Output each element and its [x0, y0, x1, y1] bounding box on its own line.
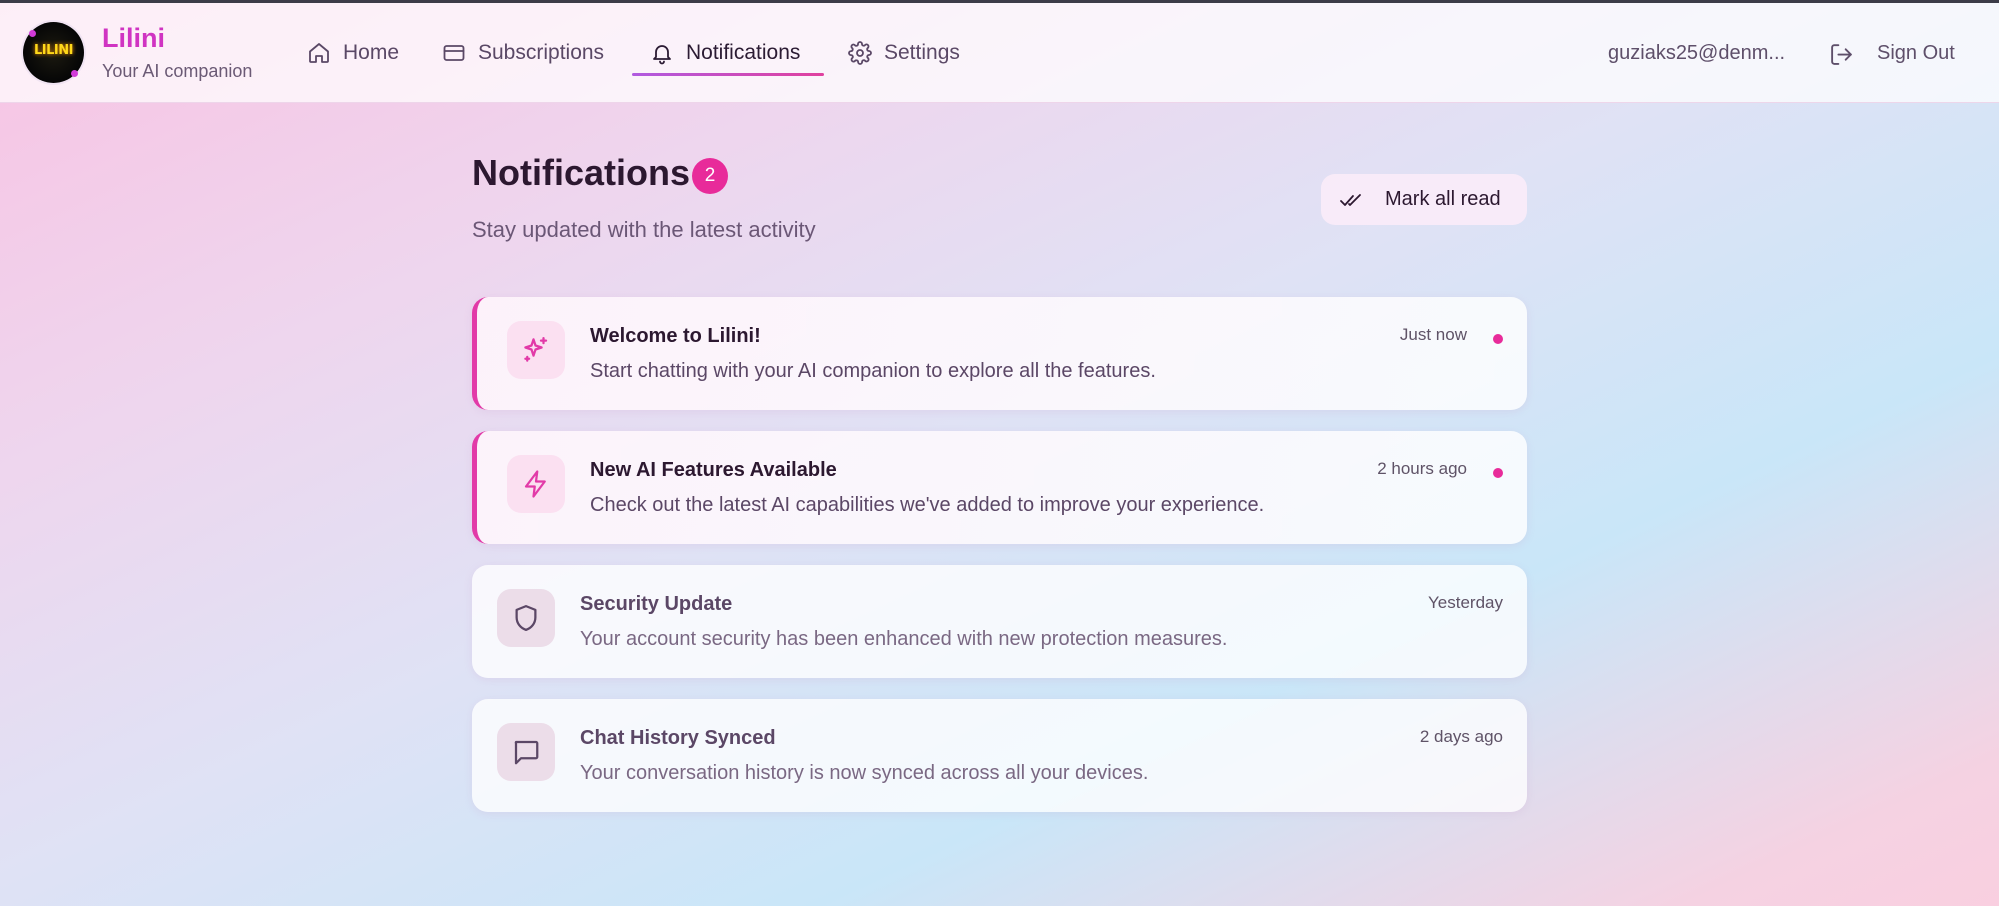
- top-navbar: LILINI Lilini Your AI companion Home Sub…: [0, 3, 1999, 103]
- notification-title: Welcome to Lilini!: [590, 325, 761, 347]
- sign-out-icon[interactable]: [1829, 42, 1854, 67]
- notification-title: Security Update: [580, 593, 733, 615]
- logo-lettering: LILINI: [34, 43, 73, 58]
- unread-count-badge: 2: [692, 158, 728, 194]
- lightning-icon: [524, 470, 546, 498]
- mark-all-read-button[interactable]: Mark all read: [1321, 174, 1527, 225]
- brand-logo[interactable]: LILINI: [23, 22, 84, 83]
- credit-card-icon: [443, 45, 465, 61]
- notification-message: Check out the latest AI capabilities we'…: [590, 494, 1265, 516]
- notification-message: Your conversation history is now synced …: [580, 762, 1149, 784]
- notification-card[interactable]: New AI Features Available Check out the …: [472, 431, 1527, 544]
- notification-card[interactable]: Security Update Your account security ha…: [472, 565, 1527, 678]
- shield-icon: [515, 605, 537, 631]
- brand-name[interactable]: Lilini: [102, 23, 165, 54]
- gear-icon: [848, 41, 872, 65]
- nav-home[interactable]: Home: [307, 33, 399, 73]
- notification-card[interactable]: Chat History Synced Your conversation hi…: [472, 699, 1527, 812]
- sign-out-button[interactable]: Sign Out: [1877, 42, 1955, 65]
- unread-dot: [1493, 334, 1503, 344]
- nav-settings[interactable]: Settings: [848, 33, 960, 73]
- nav-subscriptions[interactable]: Subscriptions: [442, 33, 604, 73]
- notification-time: Just now: [1399, 325, 1467, 344]
- notification-message: Your account security has been enhanced …: [580, 628, 1228, 650]
- logo-sparkle: [71, 70, 78, 77]
- page-title: Notifications: [472, 152, 691, 193]
- notification-time: Yesterday: [1428, 593, 1503, 612]
- notification-time: 2 days ago: [1419, 727, 1503, 746]
- nav-notifications[interactable]: Notifications: [650, 33, 800, 73]
- nav-settings-label: Settings: [884, 41, 960, 64]
- bell-icon: [653, 45, 671, 65]
- notification-card[interactable]: Welcome to Lilini! Start chatting with y…: [472, 297, 1527, 410]
- page-subtitle: Stay updated with the latest activity: [472, 217, 816, 242]
- logo-sparkle: [29, 30, 36, 37]
- sparkles-icon: [524, 337, 548, 362]
- notification-time: 2 hours ago: [1377, 459, 1467, 478]
- home-icon: [309, 43, 329, 63]
- active-tab-underline: [632, 73, 824, 76]
- brand-tagline: Your AI companion: [102, 61, 253, 81]
- notification-message: Start chatting with your AI companion to…: [590, 360, 1156, 382]
- nav-home-label: Home: [343, 41, 400, 64]
- notification-icon-box: [497, 589, 555, 647]
- chat-bubble-icon: [514, 740, 539, 765]
- mark-all-read-label: Mark all read: [1385, 188, 1501, 210]
- notification-icon-box: [497, 723, 555, 781]
- nav-notifications-label: Notifications: [686, 41, 801, 64]
- unread-dot: [1493, 468, 1503, 478]
- nav-subscriptions-label: Subscriptions: [478, 41, 605, 64]
- notification-icon-box: [507, 455, 565, 513]
- notification-title: New AI Features Available: [590, 459, 837, 481]
- notification-icon-box: [507, 321, 565, 379]
- notification-title: Chat History Synced: [580, 727, 776, 749]
- double-check-icon: [1340, 193, 1361, 206]
- user-email: guziaks25@denm...: [1608, 42, 1786, 64]
